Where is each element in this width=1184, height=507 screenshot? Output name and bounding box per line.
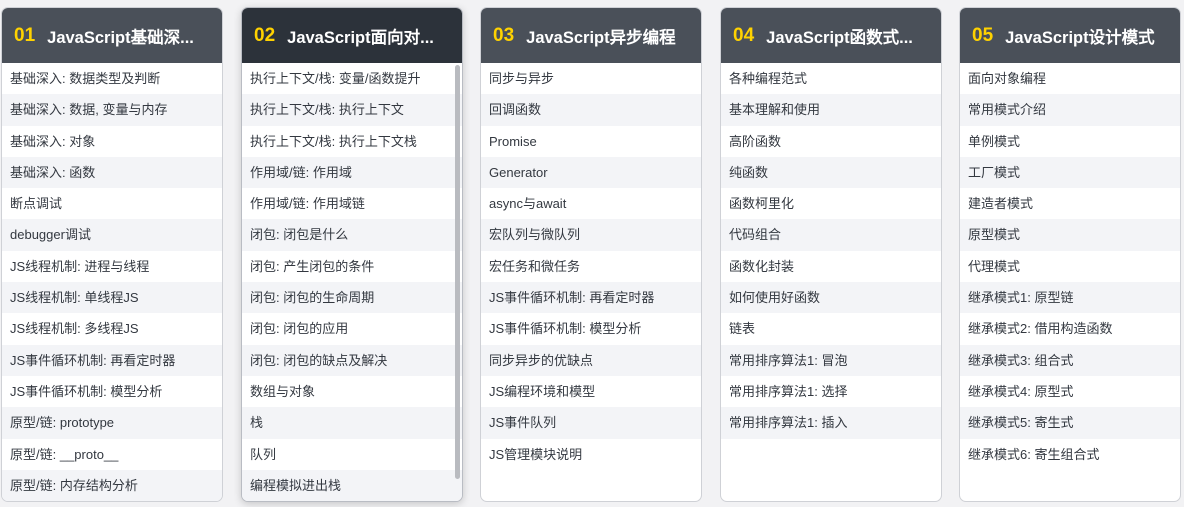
lesson-item[interactable]: 基础深入: 数据, 变量与内存 bbox=[2, 94, 222, 126]
lesson-item[interactable]: 队列 bbox=[242, 439, 462, 470]
lesson-item[interactable]: 继承模式5: 寄生式 bbox=[960, 407, 1180, 439]
course-card-03[interactable]: 03 JavaScript异步编程 同步与异步 回调函数 Promise Genera… bbox=[480, 7, 702, 502]
lesson-item[interactable]: JS管理模块说明 bbox=[481, 439, 701, 470]
lesson-item[interactable]: 作用域/链: 作用域链 bbox=[242, 188, 462, 219]
lesson-item[interactable]: 原型/链: prototype bbox=[2, 407, 222, 439]
lesson-item[interactable]: 继承模式3: 组合式 bbox=[960, 344, 1180, 376]
course-card-05[interactable]: 05 JavaScript设计模式 面向对象编程 常用模式介绍 单例模式 工厂模式 建造… bbox=[959, 7, 1181, 502]
lesson-item[interactable]: 宏队列与微队列 bbox=[481, 219, 701, 251]
card-title: JavaScript异步编程 bbox=[526, 28, 676, 47]
lesson-item[interactable]: 函数柯里化 bbox=[721, 188, 941, 219]
lesson-item[interactable]: Promise bbox=[481, 126, 701, 157]
lesson-item[interactable]: 闭包: 闭包的应用 bbox=[242, 313, 462, 344]
lesson-item[interactable]: 继承模式2: 借用构造函数 bbox=[960, 313, 1180, 344]
lesson-item[interactable]: JS事件循环机制: 模型分析 bbox=[2, 376, 222, 407]
lesson-list: 面向对象编程 常用模式介绍 单例模式 工厂模式 建造者模式 原型模式 代理模式 继承模式1: … bbox=[960, 63, 1180, 470]
lesson-item[interactable]: 断点调试 bbox=[2, 188, 222, 219]
card-header[interactable]: 01 JavaScript基础深... bbox=[2, 8, 222, 63]
scrollbar[interactable] bbox=[455, 65, 460, 495]
lesson-item[interactable]: 栈 bbox=[242, 407, 462, 439]
card-title: JavaScript设计模式 bbox=[1005, 28, 1155, 47]
card-header[interactable]: 05 JavaScript设计模式 bbox=[960, 8, 1180, 63]
course-board: 01 JavaScript基础深... 基础深入: 数据类型及判断 基础深入: 数… bbox=[0, 0, 1184, 507]
card-title: JavaScript基础深... bbox=[47, 28, 194, 47]
lesson-item[interactable]: 纯函数 bbox=[721, 156, 941, 189]
lesson-item[interactable]: 执行上下文/栈: 执行上下文 bbox=[242, 94, 462, 126]
card-number: 03 bbox=[493, 24, 515, 46]
card-header[interactable]: 03 JavaScript异步编程 bbox=[481, 8, 701, 63]
lesson-list: 同步与异步 回调函数 Promise Generator async与await 宏队列与… bbox=[481, 63, 701, 470]
card-number: 01 bbox=[14, 24, 36, 46]
lesson-item[interactable]: 作用域/链: 作用域 bbox=[242, 156, 462, 189]
lesson-item[interactable]: 常用排序算法1: 冒泡 bbox=[721, 344, 941, 376]
lesson-item[interactable]: 闭包: 闭包的缺点及解决 bbox=[242, 344, 462, 376]
lesson-item[interactable]: 继承模式6: 寄生组合式 bbox=[960, 439, 1180, 470]
lesson-item[interactable]: 原型模式 bbox=[960, 219, 1180, 251]
lesson-item[interactable]: 函数化封装 bbox=[721, 251, 941, 282]
lesson-item[interactable]: Generator bbox=[481, 156, 701, 189]
lesson-item[interactable]: 链表 bbox=[721, 313, 941, 344]
card-title: JavaScript面向对... bbox=[287, 28, 434, 47]
course-card-04[interactable]: 04 JavaScript函数式... 各种编程范式 基本理解和使用 高阶函数 纯函数… bbox=[720, 7, 942, 502]
lesson-item[interactable]: 执行上下文/栈: 变量/函数提升 bbox=[242, 63, 462, 94]
lesson-item[interactable]: 继承模式4: 原型式 bbox=[960, 376, 1180, 407]
lesson-item[interactable]: 原型/链: __proto__ bbox=[2, 439, 222, 470]
lesson-item[interactable]: 基础深入: 对象 bbox=[2, 126, 222, 157]
lesson-item[interactable]: debugger调试 bbox=[2, 219, 222, 251]
scrollbar-thumb[interactable] bbox=[455, 65, 460, 479]
card-header[interactable]: 04 JavaScript函数式... bbox=[721, 8, 941, 63]
lesson-item[interactable]: 继承模式1: 原型链 bbox=[960, 282, 1180, 314]
lesson-item[interactable]: JS线程机制: 进程与线程 bbox=[2, 251, 222, 282]
lesson-item[interactable]: 常用模式介绍 bbox=[960, 94, 1180, 126]
lesson-item[interactable]: 工厂模式 bbox=[960, 156, 1180, 189]
lesson-item[interactable]: 面向对象编程 bbox=[960, 63, 1180, 94]
lesson-item[interactable]: 数组与对象 bbox=[242, 376, 462, 407]
lesson-item[interactable]: 执行上下文/栈: 执行上下文栈 bbox=[242, 126, 462, 157]
lesson-item[interactable]: 闭包: 闭包是什么 bbox=[242, 219, 462, 251]
lesson-item[interactable]: 基础深入: 函数 bbox=[2, 156, 222, 189]
card-header[interactable]: 02 JavaScript面向对... bbox=[242, 8, 462, 63]
lesson-item[interactable]: 回调函数 bbox=[481, 94, 701, 126]
lesson-item[interactable]: 编程模拟进出栈 bbox=[242, 469, 462, 501]
lesson-item[interactable]: 基本理解和使用 bbox=[721, 94, 941, 126]
card-number: 04 bbox=[733, 24, 755, 46]
lesson-item[interactable]: JS事件循环机制: 再看定时器 bbox=[2, 344, 222, 376]
course-card-01[interactable]: 01 JavaScript基础深... 基础深入: 数据类型及判断 基础深入: 数… bbox=[1, 7, 223, 502]
lesson-list: 执行上下文/栈: 变量/函数提升 执行上下文/栈: 执行上下文 执行上下文/栈: 执… bbox=[242, 63, 462, 501]
lesson-item[interactable]: 同步与异步 bbox=[481, 63, 701, 94]
lesson-item[interactable]: 代理模式 bbox=[960, 251, 1180, 282]
lesson-item[interactable]: 基础深入: 数据类型及判断 bbox=[2, 63, 222, 94]
card-number: 05 bbox=[972, 24, 994, 46]
lesson-item[interactable]: 同步异步的优缺点 bbox=[481, 344, 701, 376]
lesson-item[interactable]: JS线程机制: 单线程JS bbox=[2, 282, 222, 314]
lesson-item[interactable]: JS事件队列 bbox=[481, 407, 701, 439]
lesson-item[interactable]: JS事件循环机制: 模型分析 bbox=[481, 313, 701, 344]
lesson-item[interactable]: 单例模式 bbox=[960, 126, 1180, 157]
lesson-item[interactable]: JS事件循环机制: 再看定时器 bbox=[481, 282, 701, 314]
lesson-item[interactable]: async与await bbox=[481, 188, 701, 219]
lesson-item[interactable]: 代码组合 bbox=[721, 219, 941, 251]
card-title: JavaScript函数式... bbox=[766, 28, 913, 47]
lesson-item[interactable]: 原型/链: 内存结构分析 bbox=[2, 469, 222, 501]
lesson-item[interactable]: 如何使用好函数 bbox=[721, 282, 941, 314]
lesson-item[interactable]: 常用排序算法1: 选择 bbox=[721, 376, 941, 407]
lesson-item[interactable]: 建造者模式 bbox=[960, 188, 1180, 219]
lesson-item[interactable]: 闭包: 闭包的生命周期 bbox=[242, 282, 462, 314]
lesson-item[interactable]: 高阶函数 bbox=[721, 126, 941, 157]
lesson-item[interactable]: 常用排序算法1: 插入 bbox=[721, 407, 941, 439]
lesson-list: 各种编程范式 基本理解和使用 高阶函数 纯函数 函数柯里化 代码组合 函数化封装 如何使用好函… bbox=[721, 63, 941, 439]
lesson-item[interactable]: 宏任务和微任务 bbox=[481, 251, 701, 282]
lesson-item[interactable]: JS编程环境和模型 bbox=[481, 376, 701, 407]
course-card-02[interactable]: 02 JavaScript面向对... 执行上下文/栈: 变量/函数提升 执行上下… bbox=[241, 7, 463, 502]
lesson-item[interactable]: 各种编程范式 bbox=[721, 63, 941, 94]
lesson-item[interactable]: JS线程机制: 多线程JS bbox=[2, 313, 222, 344]
lesson-list: 基础深入: 数据类型及判断 基础深入: 数据, 变量与内存 基础深入: 对象 基础深入… bbox=[2, 63, 222, 501]
card-number: 02 bbox=[254, 24, 276, 46]
lesson-item[interactable]: 闭包: 产生闭包的条件 bbox=[242, 251, 462, 282]
